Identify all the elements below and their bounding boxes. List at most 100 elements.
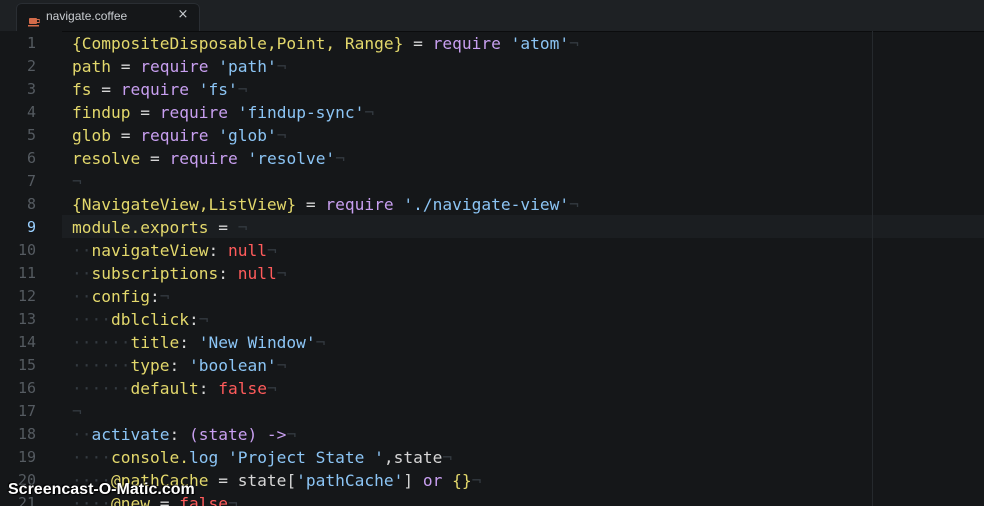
line-number[interactable]: 2 [0,55,36,78]
code-line[interactable]: fs = require 'fs'¬ [72,78,247,101]
code-token: ,state [383,448,443,467]
code-line[interactable]: ··navigateView: null¬ [72,239,277,262]
code-token: : [179,333,199,352]
code-line[interactable]: ¬ [72,400,82,423]
code-line[interactable]: {CompositeDisposable,Point, Range} = req… [72,32,579,55]
code-token: {NavigateView,ListView} [72,195,297,214]
code-token: require [432,34,501,53]
code-token: null [227,241,267,260]
invisible-char: ¬ [335,149,345,168]
code-token: './navigate-view' [403,195,570,214]
line-number[interactable]: 15 [0,354,36,377]
line-number[interactable]: 8 [0,193,36,216]
line-number[interactable]: 12 [0,285,36,308]
code-token: = state[ [208,471,297,490]
code-line[interactable]: ······default: false¬ [72,377,277,400]
code-line[interactable]: ¬ [72,170,82,193]
line-number[interactable]: 3 [0,78,36,101]
code-token: require [120,80,189,99]
tab-title: navigate.coffee [46,9,128,23]
code-token: 'path' [218,57,277,76]
code-token: default [130,379,199,398]
code-token: 'findup-sync' [237,103,365,122]
invisible-char: ·· [72,425,92,444]
code-line[interactable]: resolve = require 'resolve'¬ [72,147,345,170]
invisible-char: ¬ [276,126,287,145]
code-line[interactable]: ··activate: (state) ->¬ [72,423,296,446]
line-number[interactable]: 19 [0,446,36,469]
code-token: : [218,264,238,283]
code-token: require [140,57,209,76]
invisible-char: ¬ [569,34,579,53]
code-line[interactable]: glob = require 'glob'¬ [72,124,286,147]
line-number-gutter[interactable]: 1 2 3 4 5 6 7 8 9 10 11 12 13 14 15 16 17 18 19 20 21 [0,31,62,506]
code-line[interactable]: ··subscriptions: null¬ [72,262,286,285]
code-token: {CompositeDisposable,Point, Range} [72,34,404,53]
close-icon[interactable]: × [176,8,190,22]
code-token: 'pathCache' [296,471,404,490]
code-lines[interactable]: {CompositeDisposable,Point, Range} = req… [72,31,984,506]
code-token: 'glob' [218,126,277,145]
code-token: = [91,80,121,99]
code-token: = [140,149,170,168]
code-line[interactable]: path = require 'path'¬ [72,55,286,78]
code-token: = [403,34,433,53]
line-number[interactable]: 16 [0,377,36,400]
invisible-char: ¬ [569,195,579,214]
code-token: fs [72,80,92,99]
line-number[interactable]: 13 [0,308,36,331]
line-number[interactable]: 1 [0,32,36,55]
code-token: require [159,103,228,122]
invisible-char: ¬ [266,241,277,260]
invisible-char: ·· [72,287,92,306]
code-line[interactable]: ····console.log 'Project State ',state¬ [72,446,452,469]
invisible-char: ·· [72,241,92,260]
code-token: 'boolean' [188,356,277,375]
invisible-char: ······ [72,379,131,398]
invisible-char: ¬ [276,264,287,283]
code-line[interactable]: findup = require 'findup-sync'¬ [72,101,374,124]
code-token: null [237,264,277,283]
invisible-char: ¬ [227,218,248,237]
line-number[interactable]: 4 [0,101,36,124]
code-token: 'resolve' [247,149,336,168]
line-number[interactable]: 9 [0,216,36,239]
code-token: : [169,425,189,444]
invisible-char: ···· [72,310,111,329]
line-number[interactable]: 5 [0,124,36,147]
code-line[interactable]: ······title: 'New Window'¬ [72,331,325,354]
code-token: : [198,379,219,398]
code-token: : [169,356,189,375]
tab-bar: navigate.coffee × [0,0,984,32]
code-line[interactable]: {NavigateView,ListView} = require './nav… [72,193,579,216]
code-token: : [208,241,228,260]
code-token: = [110,126,141,145]
code-token: {} [452,471,472,490]
invisible-char: ¬ [442,448,453,467]
line-number[interactable]: 10 [0,239,36,262]
invisible-char: ······ [72,333,131,352]
code-line[interactable]: ··config:¬ [72,285,169,308]
code-line[interactable]: ······type: 'boolean'¬ [72,354,286,377]
line-number[interactable]: 11 [0,262,36,285]
code-editor[interactable]: 1 2 3 4 5 6 7 8 9 10 11 12 13 14 15 16 17 18 19 20 21 {Compo… [0,31,984,506]
line-number[interactable]: 14 [0,331,36,354]
invisible-char: ¬ [364,103,375,122]
code-line[interactable]: module.exports = ¬ [72,216,247,239]
code-line[interactable]: ····dblclick:¬ [72,308,208,331]
line-number[interactable]: 7 [0,170,36,193]
code-token: (state) -> [188,425,287,444]
watermark: Screencast-O-Matic.com [8,481,195,498]
line-number[interactable]: 18 [0,423,36,446]
tab-navigate-coffee[interactable]: navigate.coffee × [16,3,200,31]
code-token: : [188,310,199,329]
invisible-char: ¬ [227,494,238,506]
line-number[interactable]: 17 [0,400,36,423]
line-number[interactable]: 6 [0,147,36,170]
